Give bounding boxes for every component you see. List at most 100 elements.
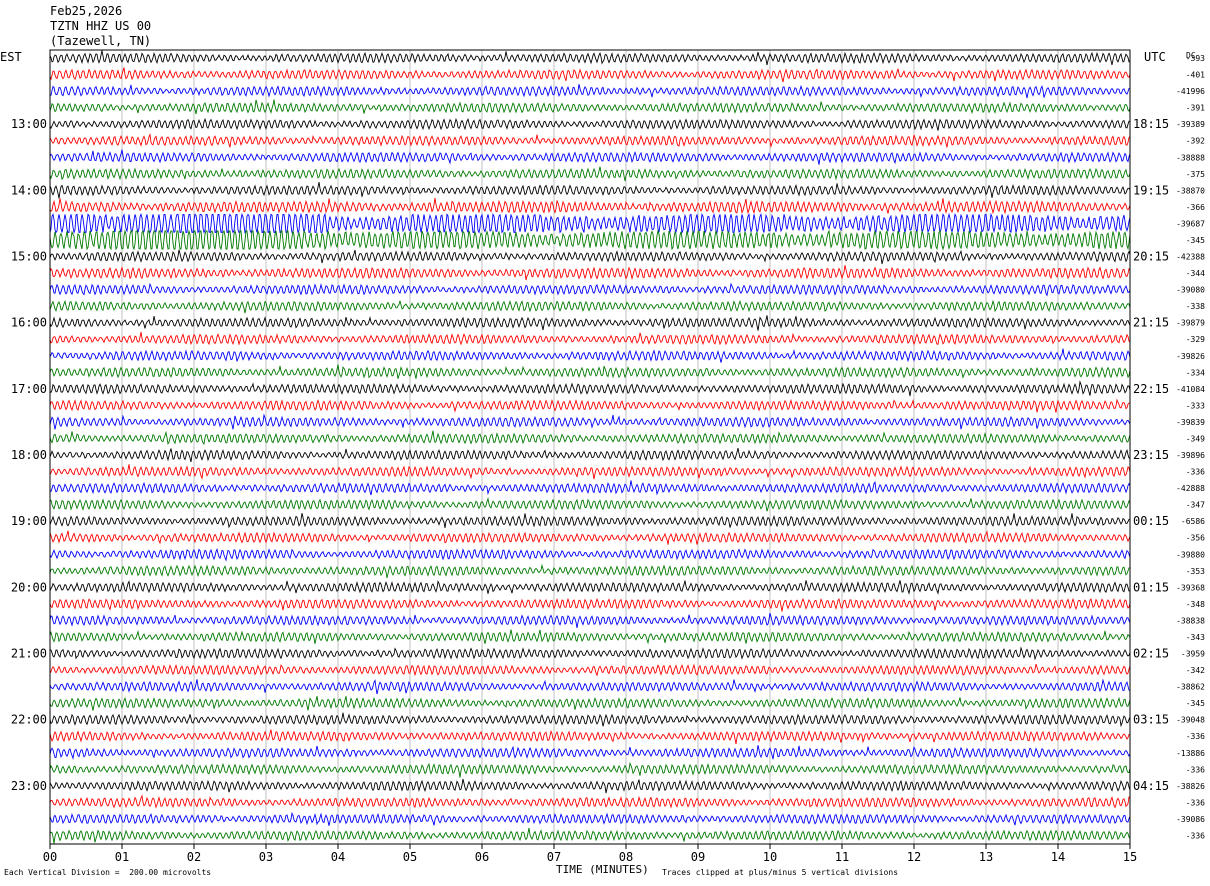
left-hour-label: 13:00 <box>11 117 47 131</box>
dc-offset-label: -39687 <box>1176 219 1205 228</box>
x-tick-label: 07 <box>547 850 561 864</box>
trace-row <box>49 282 1131 297</box>
x-tick-label: 08 <box>619 850 633 864</box>
dc-offset-label: -39826 <box>1176 352 1205 361</box>
dc-offset-label: -38826 <box>1176 782 1205 791</box>
left-hour-label: 20:00 <box>11 580 47 594</box>
x-tick-label: 05 <box>403 850 417 864</box>
right-hour-label: 03:15 <box>1133 713 1169 727</box>
x-tick-label: 13 <box>979 850 993 864</box>
dc-offset-label: -353 <box>1186 567 1205 576</box>
trace-row <box>49 678 1131 695</box>
helicorder-plot: 00 01 02 03 04 05 06 07 08 09 10 11 12 13 14 15 -393 -40… <box>11 49 1205 864</box>
trace-row <box>49 249 1131 265</box>
x-tick-label: 01 <box>115 850 129 864</box>
x-tick-label: 10 <box>763 850 777 864</box>
left-hour-label: 14:00 <box>11 183 47 197</box>
right-hour-label: 20:15 <box>1133 250 1169 264</box>
dc-offset-label: -336 <box>1186 765 1205 774</box>
trace-row <box>49 265 1131 281</box>
minute-gridlines <box>121 50 1059 844</box>
trace-row <box>49 646 1131 661</box>
trace-row <box>49 198 1131 215</box>
dc-offset-label: -401 <box>1186 71 1205 80</box>
x-tick-label: 12 <box>907 850 921 864</box>
trace-row <box>49 398 1131 413</box>
trace-row <box>49 612 1131 628</box>
dc-offset-label: -343 <box>1186 633 1205 642</box>
trace-row <box>49 447 1131 463</box>
trace-row <box>49 99 1131 115</box>
x-tick-label: 02 <box>187 850 201 864</box>
trace-row <box>49 348 1131 363</box>
dc-offset-label: -392 <box>1186 137 1205 146</box>
dc-offset-label: -334 <box>1186 368 1205 377</box>
x-tick-label: 03 <box>259 850 273 864</box>
dc-offset-label: -38888 <box>1176 153 1205 162</box>
dc-offset-label: -391 <box>1186 104 1205 113</box>
dc-offset-label: -3959 <box>1181 650 1205 659</box>
trace-row <box>49 580 1131 596</box>
dc-offset-label: -39048 <box>1176 716 1205 725</box>
dc-offset-label: -39080 <box>1176 286 1205 295</box>
trace-row <box>49 629 1131 645</box>
trace-row <box>49 166 1131 182</box>
trace-row <box>49 430 1131 445</box>
x-tick-label: 09 <box>691 850 705 864</box>
right-hour-label: 22:15 <box>1133 382 1169 396</box>
trace-row <box>49 513 1131 529</box>
x-tick-label: 15 <box>1123 850 1137 864</box>
dc-offset-label: -375 <box>1186 170 1205 179</box>
left-hour-label: 23:00 <box>11 779 47 793</box>
left-hour-label: 16:00 <box>11 316 47 330</box>
trace-row <box>49 778 1131 794</box>
trace-row <box>49 50 1131 66</box>
trace-row <box>49 315 1131 331</box>
scale-note: Each Vertical Division = 200.00 microvol… <box>4 868 212 877</box>
right-hour-label: 18:15 <box>1133 117 1169 131</box>
dc-offset-label: -336 <box>1186 732 1205 741</box>
dc-offset-label: -336 <box>1186 831 1205 840</box>
left-hour-label: 19:00 <box>11 514 47 528</box>
trace-row <box>49 496 1131 512</box>
trace-row <box>49 480 1131 496</box>
trace-row <box>49 548 1131 562</box>
trace-row <box>49 761 1131 778</box>
left-hour-label: 22:00 <box>11 713 47 727</box>
right-hour-label: 19:15 <box>1133 183 1169 197</box>
trace-row <box>49 729 1131 744</box>
trace-row <box>49 811 1131 826</box>
dc-offset-label: -38838 <box>1176 616 1205 625</box>
trace-row <box>49 132 1131 148</box>
dc-offset-label: -338 <box>1186 302 1205 311</box>
trace-row <box>49 530 1131 545</box>
dc-offset-label: -344 <box>1186 269 1205 278</box>
right-hour-label: 00:15 <box>1133 514 1169 528</box>
dc-offset-label: -6586 <box>1181 517 1205 526</box>
trace-row <box>49 696 1131 711</box>
left-hour-label: 15:00 <box>11 250 47 264</box>
x-tick-label: 11 <box>835 850 849 864</box>
trace-row <box>49 563 1131 579</box>
dc-offset-label: -39880 <box>1176 550 1205 559</box>
trace-row <box>49 794 1131 809</box>
clip-note: Traces clipped at plus/minus 5 vertical … <box>662 868 899 877</box>
dc-offset-label: -366 <box>1186 203 1205 212</box>
dc-offset-label: -39389 <box>1176 120 1205 129</box>
dc-offset-label: -345 <box>1186 699 1205 708</box>
left-hour-label: 21:00 <box>11 647 47 661</box>
trace-row <box>49 117 1131 131</box>
dc-offset-label: -13886 <box>1176 749 1205 758</box>
dc-offset-label: -349 <box>1186 434 1205 443</box>
dc-offset-label: -41084 <box>1176 385 1205 394</box>
dc-offset-label: -356 <box>1186 534 1205 543</box>
dc-offset-label: -336 <box>1186 798 1205 807</box>
dc-offset-label: -39086 <box>1176 815 1205 824</box>
dc-offset-label: -348 <box>1186 600 1205 609</box>
right-hour-label: 21:15 <box>1133 316 1169 330</box>
trace-row <box>49 712 1131 728</box>
trace-row <box>49 299 1131 314</box>
trace-row <box>49 745 1131 761</box>
trace-row <box>49 380 1131 397</box>
x-tick-label: 04 <box>331 850 345 864</box>
